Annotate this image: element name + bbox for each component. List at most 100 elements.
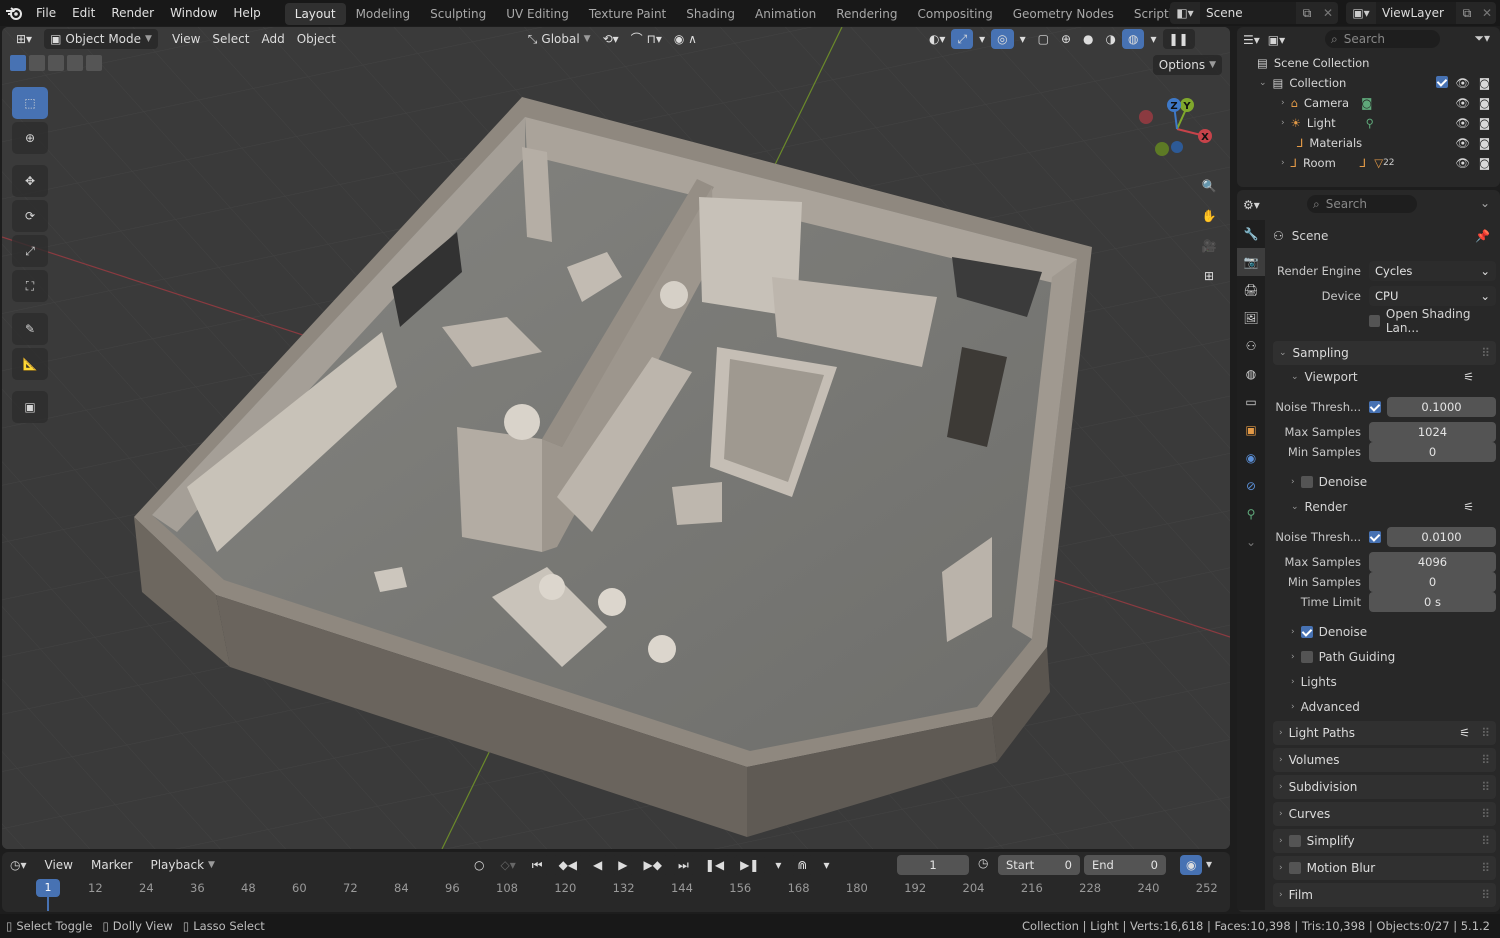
prev-keyframe-icon[interactable]: ◆◀ [552, 855, 584, 875]
select-extend-icon[interactable] [29, 55, 45, 71]
scale-tool[interactable]: ⤢ [12, 235, 48, 267]
timeline-editor-icon[interactable]: ◷▾ [10, 858, 27, 872]
advanced-row[interactable]: › Advanced [1271, 696, 1496, 718]
outliner-search[interactable]: ⌕ Search [1325, 30, 1440, 48]
menu-edit[interactable]: Edit [64, 0, 103, 26]
eye-icon[interactable]: 👁 [1455, 116, 1470, 130]
scene-name-field[interactable]: Scene [1200, 2, 1296, 24]
tab-animation[interactable]: Animation [745, 3, 826, 25]
drag-handle-icon[interactable]: ⠿ [1481, 780, 1490, 794]
add-cube-tool[interactable]: ▣ [12, 391, 48, 423]
select-subtract-icon[interactable] [48, 55, 64, 71]
view-layer-name-field[interactable]: ViewLayer [1376, 2, 1456, 24]
tool-tab-icon[interactable]: 🔧 [1237, 220, 1265, 248]
more-tabs-icon[interactable]: ⌄ [1237, 528, 1265, 556]
min-samples-field[interactable]: 0 [1369, 442, 1496, 462]
tab-sculpting[interactable]: Sculpting [420, 3, 496, 25]
end-frame-field[interactable]: End 0 [1084, 855, 1166, 875]
curves-panel-header[interactable]: › Curves ⠿ [1273, 802, 1496, 826]
viewport-scene[interactable] [2, 27, 1230, 849]
mode-selector[interactable]: ▣ Object Mode ▼ [44, 29, 158, 49]
timeline-view-toggle-icon[interactable]: ◉ [1180, 855, 1203, 875]
select-box-tool[interactable]: ⬚ [12, 87, 48, 119]
path-guiding-row[interactable]: › Path Guiding [1271, 646, 1496, 668]
overlays-dropdown-icon[interactable]: ▾ [1014, 29, 1032, 49]
outliner-item-room[interactable]: › ⅃ Room ⅃ ▽ 22 👁 ◙ [1237, 153, 1500, 173]
light-paths-panel-header[interactable]: › Light Paths ⚟ ⠿ [1273, 721, 1496, 745]
camera-view-icon[interactable]: 🎥 [1196, 233, 1222, 259]
tab-texture-paint[interactable]: Texture Paint [579, 3, 676, 25]
keying-icon[interactable]: ◇▾ [494, 855, 521, 875]
properties-search[interactable]: ⌕ Search [1307, 195, 1417, 213]
neg-x-axis-handle[interactable] [1139, 110, 1153, 124]
3d-viewport[interactable]: ⊞▾ ▣ Object Mode ▼ View Select Add Objec… [2, 27, 1230, 849]
menu-help[interactable]: Help [225, 0, 268, 26]
gizmo-dropdown-icon[interactable]: ▾ [973, 29, 991, 49]
noise-threshold-checkbox[interactable] [1369, 401, 1381, 413]
jump-start-icon[interactable]: ⏮ [525, 855, 549, 875]
eye-icon[interactable]: 👁 [1455, 136, 1470, 150]
menu-select[interactable]: Select [206, 29, 255, 49]
camera-data-icon[interactable]: ◙ [1361, 96, 1372, 110]
pivot-point-icon[interactable]: ⟲▾ [597, 29, 625, 49]
scene-collection-row[interactable]: ▤ Scene Collection [1237, 53, 1500, 73]
light-bulb-icon[interactable]: ⚲ [1366, 116, 1374, 130]
eye-icon[interactable]: 👁 [1455, 76, 1470, 90]
select-invert-icon[interactable] [67, 55, 83, 71]
preview-range-icon[interactable]: ◷ [978, 856, 988, 870]
sampling-panel-header[interactable]: ⌄ Sampling ⠿ [1273, 341, 1496, 365]
tab-uv-editing[interactable]: UV Editing [496, 3, 579, 25]
select-new-icon[interactable] [10, 55, 26, 71]
open-shading-checkbox[interactable] [1369, 315, 1380, 327]
display-mode-icon[interactable]: ▣▾ [1268, 33, 1285, 47]
neg-y-axis-handle[interactable] [1155, 142, 1169, 156]
pin-icon[interactable]: 📌 [1475, 229, 1490, 243]
playback-dropdown[interactable]: Playback ▼ [144, 855, 220, 875]
menu-file[interactable]: File [28, 0, 64, 26]
shading-solid-icon[interactable]: ● [1077, 29, 1099, 49]
noise-threshold-field[interactable]: 0.0100 [1387, 527, 1496, 547]
drag-handle-icon[interactable]: ⠿ [1481, 888, 1490, 902]
auto-key-dropdown-icon[interactable]: ▾ [769, 855, 787, 875]
menu-render[interactable]: Render [103, 0, 162, 26]
object-tab-icon[interactable]: ▣ [1237, 416, 1265, 444]
delete-view-layer-icon[interactable]: ✕ [1478, 6, 1496, 20]
device-dropdown[interactable]: CPU ⌄ [1369, 286, 1496, 306]
render-denoise-row[interactable]: › Denoise [1271, 621, 1496, 643]
collection-row[interactable]: ⌄ ▤ Collection 👁 ◙ [1237, 73, 1500, 93]
viewport-subpanel-header[interactable]: ⌄ Viewport ⚟ [1271, 366, 1496, 388]
menu-add[interactable]: Add [255, 29, 290, 49]
menu-view[interactable]: View [166, 29, 206, 49]
view-layer-selector[interactable]: ▣▾ ViewLayer ⧉ ✕ [1346, 2, 1496, 24]
options-dropdown[interactable]: Options ▼ [1152, 55, 1222, 75]
outliner-item-camera[interactable]: › ⌂ Camera ◙ 👁 ◙ [1237, 93, 1500, 113]
current-frame-field[interactable]: 1 [897, 855, 969, 875]
noise-threshold-field[interactable]: 0.1000 [1387, 397, 1496, 417]
measure-tool[interactable]: 📐 [12, 348, 48, 380]
neg-z-axis-handle[interactable] [1171, 141, 1183, 153]
volumes-panel-header[interactable]: › Volumes ⠿ [1273, 748, 1496, 772]
exclude-checkbox-icon[interactable] [1436, 75, 1448, 91]
camera-render-icon[interactable]: ◙ [1479, 156, 1490, 170]
render-engine-dropdown[interactable]: Cycles ⌄ [1369, 261, 1496, 281]
filter-icon[interactable]: ⏷▾ [1474, 31, 1490, 46]
pause-render-icon[interactable]: ❚❚ [1162, 29, 1195, 49]
overlays-toggle-icon[interactable]: ◎ [991, 29, 1014, 49]
view-layer-tab-icon[interactable]: 🖼 [1237, 304, 1265, 332]
subdivision-panel-header[interactable]: › Subdivision ⠿ [1273, 775, 1496, 799]
drag-handle-icon[interactable]: ⠿ [1481, 753, 1490, 767]
transform-tool[interactable]: ⛶ [12, 270, 48, 302]
start-frame-field[interactable]: Start 0 [998, 855, 1080, 875]
max-samples-field[interactable]: 1024 [1369, 422, 1496, 442]
chevron-right-icon[interactable]: › [1281, 158, 1285, 168]
jump-end-icon[interactable]: ⏭ [671, 855, 695, 875]
simplify-panel-header[interactable]: › Simplify ⠿ [1273, 829, 1496, 853]
new-scene-icon[interactable]: ⧉ [1296, 6, 1318, 21]
next-marker-icon[interactable]: ▶❚ [734, 855, 766, 875]
outliner-item-materials[interactable]: ⅃ Materials 👁 ◙ [1237, 133, 1500, 153]
tab-layout[interactable]: Layout [284, 3, 346, 25]
snap-playhead-icon[interactable]: ⋒ [791, 855, 814, 875]
viewport-denoise-row[interactable]: › Denoise [1271, 471, 1496, 493]
proportional-edit-icon[interactable]: ◉ ∧ [668, 29, 703, 49]
rotate-tool[interactable]: ⟳ [12, 200, 48, 232]
